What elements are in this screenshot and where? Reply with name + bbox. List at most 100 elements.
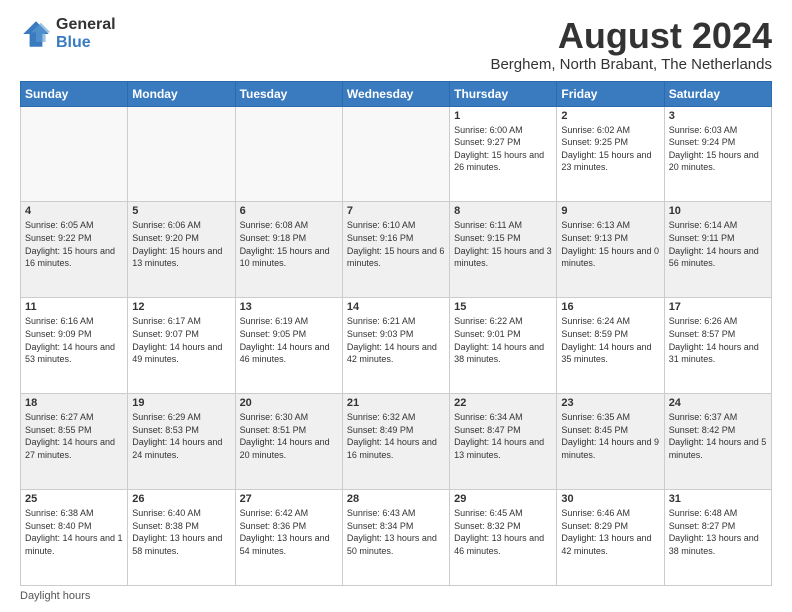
calendar-cell: 19 Sunrise: 6:29 AM Sunset: 8:53 PM Dayli… — [128, 394, 235, 490]
calendar-cell: 29Sunrise: 6:45 AM Sunset: 8:32 PM Dayli… — [450, 490, 557, 586]
day-detail: Sunrise: 6:14 AM Sunset: 9:11 PM Dayligh… — [669, 219, 767, 269]
calendar-week-4: 18 Sunrise: 6:27 AM Sunset: 8:55 PM Dayli… — [21, 394, 772, 490]
calendar-cell: 17 Sunrise: 6:26 AM Sunset: 8:57 PM Dayli… — [664, 298, 771, 394]
day-detail: Sunrise: 6:27 AM Sunset: 8:55 PM Dayligh… — [25, 411, 123, 461]
calendar-cell: 21 Sunrise: 6:32 AM Sunset: 8:49 PM Dayli… — [342, 394, 449, 490]
calendar-cell: 25 Sunrise: 6:38 AM Sunset: 8:40 PM Dayli… — [21, 490, 128, 586]
title-block: August 2024 Berghem, North Brabant, The … — [490, 16, 772, 73]
day-detail: Sunrise: 6:10 AM Sunset: 9:16 PM Dayligh… — [347, 219, 445, 269]
calendar-cell: 20 Sunrise: 6:30 AM Sunset: 8:51 PM Dayli… — [235, 394, 342, 490]
calendar-cell: 6 Sunrise: 6:08 AM Sunset: 9:18 PM Daylig… — [235, 202, 342, 298]
day-number: 31 — [669, 493, 767, 505]
col-tuesday: Tuesday — [235, 81, 342, 106]
day-detail: Sunrise: 6:38 AM Sunset: 8:40 PM Dayligh… — [25, 507, 123, 557]
calendar-cell — [128, 106, 235, 202]
day-number: 12 — [132, 301, 230, 313]
day-number: 16 — [561, 301, 659, 313]
day-detail: Sunrise: 6:00 AM Sunset: 9:27 PM Dayligh… — [454, 124, 552, 174]
day-number: 6 — [240, 205, 338, 217]
day-detail: Sunrise: 6:46 AM Sunset: 8:29 PM Dayligh… — [561, 507, 659, 557]
calendar-header-row: Sunday Monday Tuesday Wednesday Thursday… — [21, 81, 772, 106]
day-detail: Sunrise: 6:03 AM Sunset: 9:24 PM Dayligh… — [669, 124, 767, 174]
day-detail: Sunrise: 6:02 AM Sunset: 9:25 PM Dayligh… — [561, 124, 659, 174]
calendar-week-1: 1Sunrise: 6:00 AM Sunset: 9:27 PM Daylig… — [21, 106, 772, 202]
calendar-cell — [21, 106, 128, 202]
day-number: 27 — [240, 493, 338, 505]
day-detail: Sunrise: 6:30 AM Sunset: 8:51 PM Dayligh… — [240, 411, 338, 461]
calendar-cell: 24Sunrise: 6:37 AM Sunset: 8:42 PM Dayli… — [664, 394, 771, 490]
logo-general-text: General — [56, 16, 116, 34]
day-detail: Sunrise: 6:40 AM Sunset: 8:38 PM Dayligh… — [132, 507, 230, 557]
day-detail: Sunrise: 6:29 AM Sunset: 8:53 PM Dayligh… — [132, 411, 230, 461]
logo: General Blue — [20, 16, 116, 51]
day-detail: Sunrise: 6:17 AM Sunset: 9:07 PM Dayligh… — [132, 315, 230, 365]
day-number: 14 — [347, 301, 445, 313]
calendar-cell — [342, 106, 449, 202]
day-number: 17 — [669, 301, 767, 313]
calendar-cell: 16 Sunrise: 6:24 AM Sunset: 8:59 PM Dayli… — [557, 298, 664, 394]
col-wednesday: Wednesday — [342, 81, 449, 106]
calendar-cell: 4Sunrise: 6:05 AM Sunset: 9:22 PM Daylig… — [21, 202, 128, 298]
day-detail: Sunrise: 6:11 AM Sunset: 9:15 PM Dayligh… — [454, 219, 552, 269]
col-friday: Friday — [557, 81, 664, 106]
calendar-cell — [235, 106, 342, 202]
day-number: 13 — [240, 301, 338, 313]
day-detail: Sunrise: 6:24 AM Sunset: 8:59 PM Dayligh… — [561, 315, 659, 365]
calendar-cell: 18 Sunrise: 6:27 AM Sunset: 8:55 PM Dayli… — [21, 394, 128, 490]
footer-note: Daylight hours — [20, 590, 772, 602]
day-detail: Sunrise: 6:19 AM Sunset: 9:05 PM Dayligh… — [240, 315, 338, 365]
day-number: 9 — [561, 205, 659, 217]
day-detail: Sunrise: 6:37 AM Sunset: 8:42 PM Dayligh… — [669, 411, 767, 461]
calendar-cell: 12 Sunrise: 6:17 AM Sunset: 9:07 PM Dayli… — [128, 298, 235, 394]
day-detail: Sunrise: 6:22 AM Sunset: 9:01 PM Dayligh… — [454, 315, 552, 365]
calendar-cell: 10Sunrise: 6:14 AM Sunset: 9:11 PM Dayli… — [664, 202, 771, 298]
day-detail: Sunrise: 6:45 AM Sunset: 8:32 PM Dayligh… — [454, 507, 552, 557]
calendar-cell: 11Sunrise: 6:16 AM Sunset: 9:09 PM Dayli… — [21, 298, 128, 394]
day-detail: Sunrise: 6:35 AM Sunset: 8:45 PM Dayligh… — [561, 411, 659, 461]
day-number: 28 — [347, 493, 445, 505]
calendar-cell: 30 Sunrise: 6:46 AM Sunset: 8:29 PM Dayli… — [557, 490, 664, 586]
day-detail: Sunrise: 6:32 AM Sunset: 8:49 PM Dayligh… — [347, 411, 445, 461]
calendar-cell: 2 Sunrise: 6:02 AM Sunset: 9:25 PM Daylig… — [557, 106, 664, 202]
header: General Blue August 2024 Berghem, North … — [20, 16, 772, 73]
calendar-week-2: 4Sunrise: 6:05 AM Sunset: 9:22 PM Daylig… — [21, 202, 772, 298]
calendar-cell: 13 Sunrise: 6:19 AM Sunset: 9:05 PM Dayli… — [235, 298, 342, 394]
day-detail: Sunrise: 6:21 AM Sunset: 9:03 PM Dayligh… — [347, 315, 445, 365]
calendar-cell: 5Sunrise: 6:06 AM Sunset: 9:20 PM Daylig… — [128, 202, 235, 298]
calendar-cell: 22Sunrise: 6:34 AM Sunset: 8:47 PM Dayli… — [450, 394, 557, 490]
day-number: 18 — [25, 397, 123, 409]
calendar-cell: 31Sunrise: 6:48 AM Sunset: 8:27 PM Dayli… — [664, 490, 771, 586]
calendar-cell: 26 Sunrise: 6:40 AM Sunset: 8:38 PM Dayli… — [128, 490, 235, 586]
day-number: 21 — [347, 397, 445, 409]
day-detail: Sunrise: 6:13 AM Sunset: 9:13 PM Dayligh… — [561, 219, 659, 269]
day-number: 11 — [25, 301, 123, 313]
calendar: Sunday Monday Tuesday Wednesday Thursday… — [20, 81, 772, 586]
day-number: 3 — [669, 110, 767, 122]
day-number: 26 — [132, 493, 230, 505]
day-detail: Sunrise: 6:26 AM Sunset: 8:57 PM Dayligh… — [669, 315, 767, 365]
col-saturday: Saturday — [664, 81, 771, 106]
calendar-cell: 9 Sunrise: 6:13 AM Sunset: 9:13 PM Daylig… — [557, 202, 664, 298]
logo-text: General Blue — [56, 16, 116, 51]
day-number: 8 — [454, 205, 552, 217]
day-number: 30 — [561, 493, 659, 505]
day-number: 19 — [132, 397, 230, 409]
day-detail: Sunrise: 6:42 AM Sunset: 8:36 PM Dayligh… — [240, 507, 338, 557]
day-detail: Sunrise: 6:06 AM Sunset: 9:20 PM Dayligh… — [132, 219, 230, 269]
day-number: 23 — [561, 397, 659, 409]
day-number: 25 — [25, 493, 123, 505]
day-number: 20 — [240, 397, 338, 409]
calendar-cell: 28Sunrise: 6:43 AM Sunset: 8:34 PM Dayli… — [342, 490, 449, 586]
calendar-cell: 8 Sunrise: 6:11 AM Sunset: 9:15 PM Daylig… — [450, 202, 557, 298]
calendar-cell: 1Sunrise: 6:00 AM Sunset: 9:27 PM Daylig… — [450, 106, 557, 202]
page: General Blue August 2024 Berghem, North … — [0, 0, 792, 612]
calendar-cell: 27 Sunrise: 6:42 AM Sunset: 8:36 PM Dayli… — [235, 490, 342, 586]
day-detail: Sunrise: 6:08 AM Sunset: 9:18 PM Dayligh… — [240, 219, 338, 269]
day-number: 2 — [561, 110, 659, 122]
col-monday: Monday — [128, 81, 235, 106]
month-title: August 2024 — [490, 16, 772, 56]
calendar-cell: 15Sunrise: 6:22 AM Sunset: 9:01 PM Dayli… — [450, 298, 557, 394]
calendar-cell: 23 Sunrise: 6:35 AM Sunset: 8:45 PM Dayli… — [557, 394, 664, 490]
col-sunday: Sunday — [21, 81, 128, 106]
calendar-cell: 14 Sunrise: 6:21 AM Sunset: 9:03 PM Dayli… — [342, 298, 449, 394]
